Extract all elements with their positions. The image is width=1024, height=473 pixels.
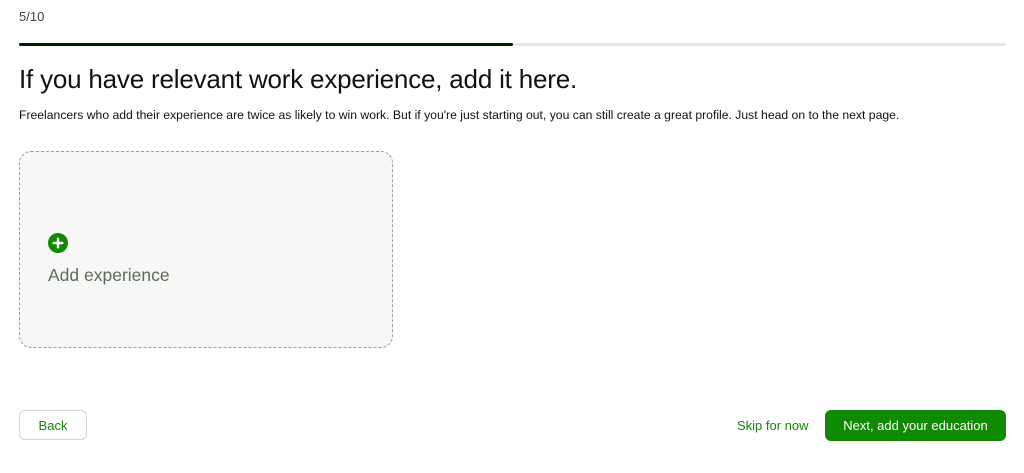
page-subtitle: Freelancers who add their experience are… (19, 108, 900, 122)
skip-for-now-link[interactable]: Skip for now (737, 418, 809, 433)
add-experience-label: Add experience (48, 265, 170, 285)
progress-bar (19, 43, 1006, 46)
page-title: If you have relevant work experience, ad… (19, 64, 577, 94)
plus-circle-icon (48, 233, 68, 253)
next-add-education-button[interactable]: Next, add your education (825, 410, 1006, 441)
onboarding-page: 5/10 If you have relevant work experienc… (0, 0, 1024, 473)
step-counter: 5/10 (19, 9, 45, 24)
add-experience-card[interactable]: Add experience (19, 151, 393, 348)
back-button[interactable]: Back (19, 410, 87, 440)
progress-bar-fill (19, 43, 513, 46)
